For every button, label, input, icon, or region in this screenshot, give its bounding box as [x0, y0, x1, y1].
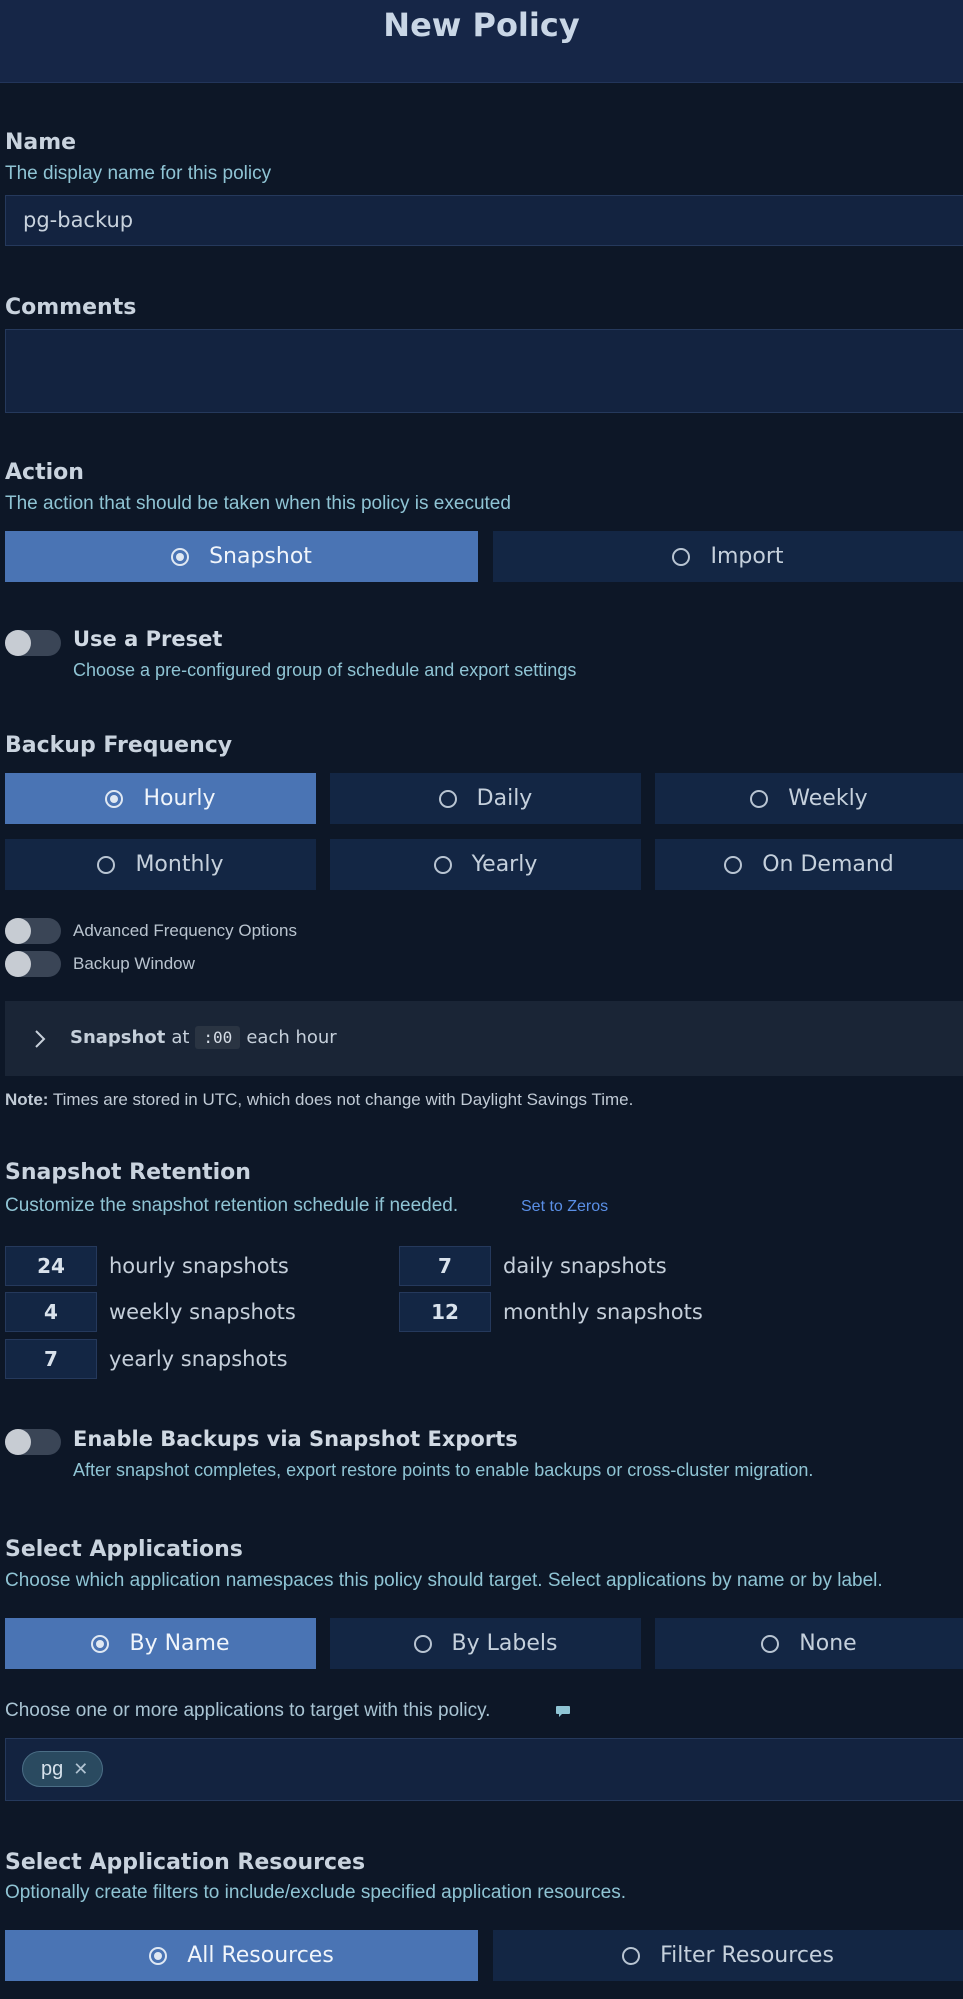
- frequency-option-daily[interactable]: Daily: [330, 773, 641, 824]
- advanced-frequency-label: Advanced Frequency Options: [73, 921, 297, 940]
- name-input-value: pg-backup: [23, 208, 134, 232]
- retention-help: Customize the snapshot retention schedul…: [5, 1195, 459, 1216]
- schedule-suffix: each hour: [246, 1027, 337, 1048]
- retention-label: Snapshot Retention: [5, 1160, 251, 1185]
- retention-weekly-label: weekly snapshots: [109, 1300, 296, 1324]
- frequency-option-label: Hourly: [143, 786, 216, 811]
- applications-option-label: None: [799, 1631, 857, 1656]
- frequency-option-label: On Demand: [762, 852, 894, 877]
- radio-unchecked-icon: [750, 789, 769, 808]
- frequency-option-yearly[interactable]: Yearly: [330, 839, 641, 890]
- name-field[interactable]: pg-backup: [5, 195, 963, 246]
- schedule-action: Snapshot: [70, 1027, 166, 1048]
- retention-daily-label: daily snapshots: [503, 1254, 667, 1278]
- applications-option-by-name[interactable]: By Name: [5, 1618, 316, 1669]
- retention-hourly-input[interactable]: 24: [5, 1246, 97, 1286]
- applications-option-by-labels[interactable]: By Labels: [330, 1618, 641, 1669]
- retention-yearly-label: yearly snapshots: [109, 1347, 288, 1371]
- retention-monthly-label: monthly snapshots: [503, 1300, 703, 1324]
- frequency-option-monthly[interactable]: Monthly: [5, 839, 316, 890]
- radio-unchecked-icon: [97, 855, 116, 874]
- comments-textarea[interactable]: [5, 329, 963, 413]
- retention-weekly-input[interactable]: 4: [5, 1292, 97, 1332]
- resources-label: Select Application Resources: [5, 1850, 366, 1875]
- radio-unchecked-icon: [761, 1634, 780, 1653]
- retention-monthly-input[interactable]: 12: [399, 1292, 491, 1332]
- retention-hourly-label: hourly snapshots: [109, 1254, 289, 1278]
- backup-window-toggle[interactable]: [5, 951, 61, 977]
- page-title: New Policy: [383, 6, 580, 44]
- name-label: Name: [5, 130, 77, 155]
- set-to-zeros-link[interactable]: Set to Zeros: [521, 1198, 608, 1216]
- applications-option-none[interactable]: None: [655, 1618, 963, 1669]
- exports-help: After snapshot completes, export restore…: [73, 1460, 814, 1480]
- action-help: The action that should be taken when thi…: [5, 493, 511, 514]
- retention-daily-input[interactable]: 7: [399, 1246, 491, 1286]
- frequency-option-label: Daily: [476, 786, 533, 811]
- backup-window-label: Backup Window: [73, 954, 195, 973]
- note-strong: Note:: [5, 1090, 49, 1109]
- frequency-label: Backup Frequency: [5, 733, 233, 758]
- applications-help: Choose which application namespaces this…: [5, 1570, 883, 1591]
- radio-checked-icon: [149, 1946, 168, 1965]
- close-icon[interactable]: ✕: [73, 1759, 88, 1780]
- radio-checked-icon: [171, 547, 190, 566]
- toggle-knob: [5, 918, 31, 944]
- frequency-option-label: Yearly: [471, 852, 538, 877]
- exports-toggle[interactable]: [5, 1429, 61, 1455]
- preset-help: Choose a pre-configured group of schedul…: [73, 660, 577, 680]
- exports-label: Enable Backups via Snapshot Exports: [73, 1427, 518, 1451]
- resources-option-label: All Resources: [187, 1943, 334, 1968]
- resources-option-label: Filter Resources: [660, 1943, 834, 1968]
- applications-option-label: By Name: [129, 1631, 230, 1656]
- application-chip: pg ✕: [22, 1751, 104, 1787]
- frequency-option-weekly[interactable]: Weekly: [655, 773, 963, 824]
- action-label: Action: [5, 460, 84, 485]
- resources-help: Optionally create filters to include/exc…: [5, 1882, 626, 1903]
- application-chip-label: pg: [41, 1757, 64, 1780]
- applications-select[interactable]: pg ✕: [5, 1738, 963, 1801]
- action-option-label: Import: [710, 544, 784, 569]
- applications-label: Select Applications: [5, 1537, 243, 1562]
- preset-label: Use a Preset: [73, 627, 223, 651]
- toggle-knob: [5, 630, 31, 656]
- schedule-at: at: [171, 1027, 190, 1048]
- action-option-snapshot[interactable]: Snapshot: [5, 531, 478, 582]
- retention-yearly-input[interactable]: 7: [5, 1339, 97, 1379]
- applications-choose-text: Choose one or more applications to targe…: [5, 1700, 491, 1721]
- applications-option-label: By Labels: [451, 1631, 558, 1656]
- frequency-option-label: Monthly: [135, 852, 224, 877]
- schedule-summary[interactable]: Snapshot at :00 each hour: [5, 1001, 963, 1076]
- toggle-knob: [5, 951, 31, 977]
- radio-checked-icon: [91, 1634, 110, 1653]
- toggle-knob: [5, 1429, 31, 1455]
- radio-unchecked-icon: [672, 547, 691, 566]
- name-help: The display name for this policy: [5, 163, 272, 184]
- radio-unchecked-icon: [433, 855, 452, 874]
- resources-option-all[interactable]: All Resources: [5, 1930, 478, 1981]
- comments-label: Comments: [5, 295, 137, 320]
- radio-unchecked-icon: [622, 1946, 641, 1965]
- frequency-option-hourly[interactable]: Hourly: [5, 773, 316, 824]
- page-header: New Policy: [0, 0, 963, 83]
- frequency-option-on-demand[interactable]: On Demand: [655, 839, 963, 890]
- radio-checked-icon: [105, 789, 124, 808]
- radio-unchecked-icon: [438, 789, 457, 808]
- action-option-label: Snapshot: [209, 544, 312, 569]
- action-option-import[interactable]: Import: [493, 531, 963, 582]
- preset-toggle[interactable]: [5, 630, 61, 656]
- advanced-frequency-toggle[interactable]: [5, 918, 61, 944]
- comment-icon[interactable]: [555, 1703, 571, 1719]
- radio-unchecked-icon: [724, 855, 743, 874]
- utc-note: Note: Times are stored in UTC, which doe…: [5, 1090, 633, 1110]
- resources-option-filter[interactable]: Filter Resources: [493, 1930, 963, 1981]
- frequency-option-label: Weekly: [788, 786, 868, 811]
- schedule-minute: :00: [195, 1026, 241, 1049]
- note-text: Times are stored in UTC, which does not …: [52, 1090, 634, 1109]
- radio-unchecked-icon: [413, 1634, 432, 1653]
- chevron-right-icon[interactable]: [33, 1029, 47, 1049]
- schedule-text: Snapshot at :00 each hour: [70, 1026, 337, 1049]
